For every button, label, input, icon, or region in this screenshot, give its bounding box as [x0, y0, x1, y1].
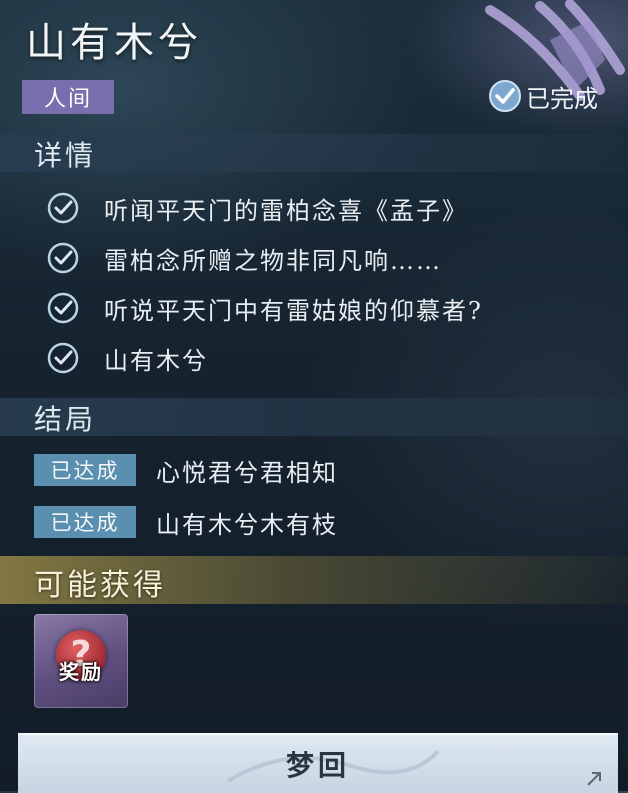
rewards-heading: 可能获得: [34, 568, 166, 603]
achieved-badge: 已达成: [34, 454, 136, 486]
check-circle-icon: [47, 242, 79, 274]
detail-item: 山有木兮: [46, 340, 208, 376]
detail-item: 雷柏念所赠之物非同凡响……: [46, 240, 442, 276]
status-label: 已完成: [526, 84, 598, 113]
detail-item: 听闻平天门的雷柏念喜《孟子》: [46, 190, 468, 226]
quest-title: 山有木兮: [26, 20, 202, 66]
check-circle-icon: [489, 80, 521, 112]
replay-button-label: 梦回: [285, 749, 350, 782]
quest-status: 已完成: [488, 78, 598, 114]
check-circle-icon: [47, 192, 79, 224]
ending-item: 已达成 心悦君兮君相知: [34, 452, 338, 488]
detail-text: 山有木兮: [104, 346, 208, 375]
check-circle-icon: [47, 342, 79, 374]
detail-text: 听说平天门中有雷姑娘的仰慕者?: [104, 296, 483, 325]
corner-arrow-icon: [587, 772, 601, 786]
endings-heading: 结局: [34, 403, 97, 436]
detail-text: 听闻平天门的雷柏念喜《孟子》: [104, 196, 468, 225]
detail-item: 听说平天门中有雷姑娘的仰慕者?: [46, 290, 483, 326]
quest-realm-tag: 人间: [22, 80, 114, 114]
detail-text: 雷柏念所赠之物非同凡响……: [104, 246, 442, 275]
achieved-badge: 已达成: [34, 506, 136, 538]
ending-text: 心悦君兮君相知: [156, 458, 338, 487]
ending-text: 山有木兮木有枝: [156, 510, 338, 539]
reward-label: 奖励: [59, 660, 103, 684]
details-heading: 详情: [34, 139, 97, 172]
check-circle-icon: [47, 292, 79, 324]
reward-item[interactable]: ? 奖励: [34, 614, 128, 708]
ending-item: 已达成 山有木兮木有枝: [34, 504, 338, 540]
replay-button[interactable]: 梦回: [18, 733, 618, 793]
